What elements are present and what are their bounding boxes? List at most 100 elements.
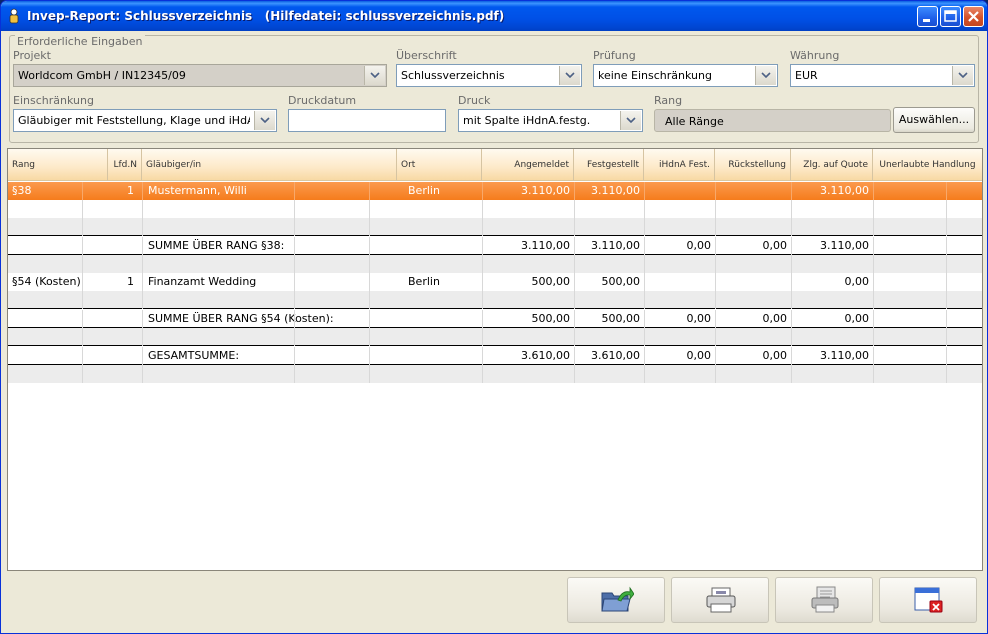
print-button[interactable]	[671, 577, 769, 623]
grid-line	[82, 310, 83, 328]
table-row[interactable]: SUMME ÜBER RANG §38: 3.110,00 3.110,00 0…	[8, 237, 982, 255]
grid-line	[791, 182, 792, 200]
waehrung-dropdown-button[interactable]	[952, 66, 973, 85]
einschraenkung-combo[interactable]: Gläubiger mit Feststellung, Klage und iH…	[13, 109, 277, 132]
einschraenkung-label: Einschränkung	[13, 94, 94, 107]
chevron-down-icon	[370, 72, 380, 78]
grid-line	[574, 200, 575, 218]
grid-line	[142, 273, 143, 291]
waehrung-value: EUR	[795, 69, 818, 82]
chevron-down-icon	[626, 117, 636, 123]
table-row[interactable]	[8, 255, 982, 273]
chevron-down-icon	[260, 117, 270, 123]
print-preview-icon	[811, 586, 839, 613]
group-title: Erforderliche Eingaben	[15, 35, 145, 48]
print-preview-button[interactable]	[775, 577, 873, 623]
col-header-ihdna[interactable]: iHdnA Fest.	[644, 149, 715, 181]
grid-line	[142, 328, 143, 346]
grid-line	[791, 291, 792, 309]
ueberschrift-dropdown-button[interactable]	[559, 66, 580, 85]
grid-line	[946, 182, 947, 200]
chevron-down-icon	[958, 72, 968, 78]
ueberschrift-value: Schlussverzeichnis	[401, 69, 505, 82]
projekt-combo[interactable]: Worldcom GmbH / IN12345/09	[13, 64, 387, 87]
projekt-dropdown-button[interactable]	[364, 66, 385, 85]
col-header-unerlaubte-handlung[interactable]: Unerlaubte Handlung	[873, 149, 982, 181]
grid-line	[644, 328, 645, 346]
col-header-glaeubiger[interactable]: Gläubiger/in	[142, 149, 397, 181]
grid-line	[574, 328, 575, 346]
grid-line	[946, 291, 947, 309]
close-button[interactable]	[963, 6, 984, 27]
col-header-angemeldet[interactable]: Angemeldet	[482, 149, 574, 181]
window-title: Invep-Report: Schlussverzeichnis (Hilfed…	[27, 9, 505, 23]
chevron-down-icon	[565, 72, 575, 78]
grid-line	[644, 310, 645, 328]
grid-line	[873, 310, 874, 328]
col-header-rueckstellung[interactable]: Rückstellung	[715, 149, 791, 181]
grid-line	[82, 255, 83, 273]
close-report-button[interactable]	[879, 577, 977, 623]
table-row[interactable]	[8, 200, 982, 218]
pruefung-combo[interactable]: keine Einschränkung	[593, 64, 778, 87]
grid-line	[574, 218, 575, 236]
einschraenkung-dropdown-button[interactable]	[254, 111, 275, 130]
col-header-ort[interactable]: Ort	[397, 149, 482, 181]
pruefung-value: keine Einschränkung	[598, 69, 712, 82]
pruefung-label: Prüfung	[593, 49, 636, 62]
col-header-lfd[interactable]: Lfd.N	[108, 149, 142, 181]
grid-line	[142, 310, 143, 328]
table-row[interactable]	[8, 291, 982, 309]
table-row[interactable]	[8, 328, 982, 346]
grid-line	[946, 237, 947, 255]
grid-line	[946, 200, 947, 218]
grid-line	[294, 328, 295, 346]
table-row[interactable]: §54 (Kosten) 1 Finanzamt Wedding Berlin …	[8, 273, 982, 291]
table-row[interactable]: GESAMTSUMME: 3.610,00 3.610,00 0,00 0,00…	[8, 347, 982, 365]
title-bar: Invep-Report: Schlussverzeichnis (Hilfed…	[1, 1, 987, 31]
grid-line	[715, 310, 716, 328]
grid-line	[946, 310, 947, 328]
table-row[interactable]	[8, 365, 982, 383]
grid-line	[715, 200, 716, 218]
druck-dropdown-button[interactable]	[620, 111, 641, 130]
ueberschrift-combo[interactable]: Schlussverzeichnis	[396, 64, 582, 87]
grid-line	[574, 365, 575, 383]
grid-line	[294, 237, 295, 255]
waehrung-label: Währung	[790, 49, 840, 62]
col-header-rang[interactable]: Rang	[8, 149, 108, 181]
grid-line	[294, 273, 295, 291]
table-row[interactable]: §38 1 Mustermann, Willi Berlin 3.110,00 …	[8, 182, 982, 200]
grid-line	[791, 310, 792, 328]
grid-line	[369, 255, 370, 273]
minimize-button[interactable]	[917, 6, 938, 27]
grid-line	[482, 218, 483, 236]
grid-line	[873, 347, 874, 365]
grid-line	[791, 273, 792, 291]
waehrung-combo[interactable]: EUR	[790, 64, 975, 87]
grid-line	[873, 182, 874, 200]
druck-combo[interactable]: mit Spalte iHdnA.festg.	[458, 109, 643, 132]
grid-line	[873, 273, 874, 291]
maximize-button[interactable]	[940, 6, 961, 27]
grid-line	[644, 255, 645, 273]
grid-line	[873, 328, 874, 346]
pruefung-dropdown-button[interactable]	[755, 66, 776, 85]
col-header-quote[interactable]: Zlg. auf Quote	[791, 149, 873, 181]
grid-line	[715, 182, 716, 200]
grid-line	[791, 237, 792, 255]
grid-line	[482, 273, 483, 291]
col-header-festgestellt[interactable]: Festgestellt	[574, 149, 644, 181]
auswaehlen-button[interactable]: Auswählen...	[893, 107, 975, 133]
open-report-button[interactable]	[567, 577, 665, 623]
table-row[interactable]: SUMME ÜBER RANG §54 (Kosten): 500,00 500…	[8, 310, 982, 328]
grid-line	[873, 200, 874, 218]
grid-line	[82, 365, 83, 383]
grid-line	[574, 237, 575, 255]
app-icon	[9, 8, 19, 24]
maximize-icon	[944, 10, 957, 22]
grid-line	[82, 200, 83, 218]
grid-line	[82, 237, 83, 255]
druckdatum-field[interactable]	[288, 109, 446, 132]
table-row[interactable]	[8, 218, 982, 236]
